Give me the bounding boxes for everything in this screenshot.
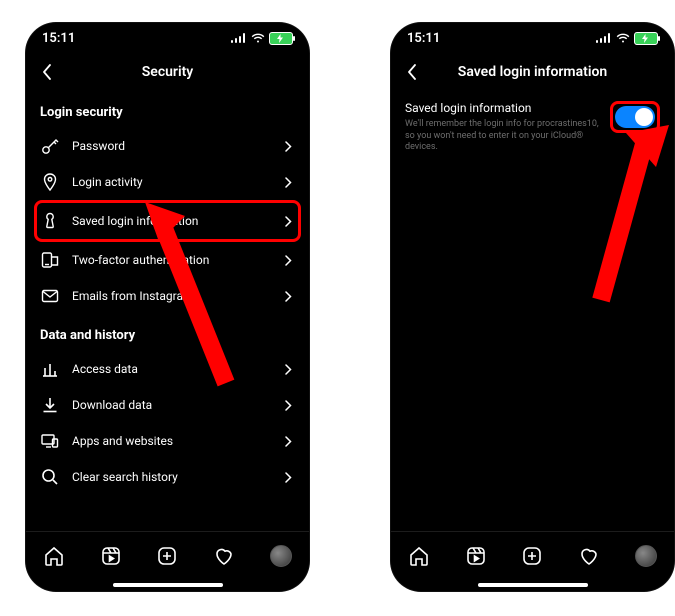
search-icon [40,467,60,487]
section-data-history: Data and history [40,314,295,351]
status-time: 15:11 [42,31,75,46]
mail-icon [40,286,60,306]
page-title: Security [26,64,309,80]
status-bar: 15:11 [26,23,309,53]
setting-description: We'll remember the login info for procra… [405,119,600,154]
tab-home[interactable] [408,545,430,567]
chevron-right-icon [281,362,295,376]
wifi-icon [616,33,630,43]
chevron-right-icon [281,175,295,189]
row-two-factor[interactable]: Two-factor authentication [40,242,295,278]
row-password[interactable]: Password [40,128,295,164]
home-indicator [478,583,588,587]
key-icon [40,136,60,156]
highlight-saved-login: Saved login information [34,200,301,242]
signal-icon [596,33,612,43]
tab-reels[interactable] [100,545,122,567]
battery-icon [269,32,293,45]
phone-security: 15:11 Security Login security [26,23,309,591]
chevron-right-icon [281,139,295,153]
keyhole-icon [40,211,60,231]
devices-icon [40,431,60,451]
chevron-right-icon [281,398,295,412]
chevron-right-icon [281,253,295,267]
setting-saved-login: Saved login information We'll remember t… [391,91,674,154]
row-label: Apps and websites [72,434,269,448]
signal-icon [231,33,247,43]
tab-reels[interactable] [465,545,487,567]
chevron-right-icon [281,434,295,448]
avatar-icon [635,545,657,567]
tab-activity[interactable] [213,545,235,567]
tab-activity[interactable] [578,545,600,567]
highlight-toggle [610,101,660,133]
tab-profile[interactable] [635,545,657,567]
battery-icon [634,32,658,45]
row-label: Emails from Instagram [72,289,269,303]
status-time: 15:11 [407,31,440,46]
row-label: Access data [72,362,269,376]
toggle-knob [635,108,653,126]
phone-saved-login: 15:11 Saved login information Saved logi… [391,23,674,591]
row-download-data[interactable]: Download data [40,387,295,423]
row-emails[interactable]: Emails from Instagram [40,278,295,314]
row-login-activity[interactable]: Login activity [40,164,295,200]
two-factor-icon [40,250,60,270]
row-label: Download data [72,398,269,412]
tab-new-post[interactable] [156,545,178,567]
setting-title: Saved login information [405,101,600,115]
tab-new-post[interactable] [521,545,543,567]
tab-bar [26,531,309,591]
row-saved-login[interactable]: Saved login information [40,203,295,239]
header: Security [26,53,309,91]
chevron-right-icon [281,289,295,303]
wifi-icon [251,33,265,43]
row-apps-websites[interactable]: Apps and websites [40,423,295,459]
home-indicator [113,583,223,587]
row-label: Password [72,139,269,153]
row-label: Two-factor authentication [72,253,269,267]
back-button[interactable] [401,61,423,83]
row-clear-search[interactable]: Clear search history [40,459,295,495]
download-icon [40,395,60,415]
row-access-data[interactable]: Access data [40,351,295,387]
row-label: Clear search history [72,470,269,484]
section-login-security: Login security [40,91,295,128]
chart-icon [40,359,60,379]
status-bar: 15:11 [391,23,674,53]
tab-profile[interactable] [270,545,292,567]
location-icon [40,172,60,192]
chevron-right-icon [281,214,295,228]
avatar-icon [270,545,292,567]
row-label: Saved login information [72,214,269,228]
tab-bar [391,531,674,591]
chevron-right-icon [281,470,295,484]
back-button[interactable] [36,61,58,83]
page-title: Saved login information [391,64,674,80]
row-label: Login activity [72,175,269,189]
toggle-saved-login[interactable] [615,106,655,128]
tab-home[interactable] [43,545,65,567]
header: Saved login information [391,53,674,91]
